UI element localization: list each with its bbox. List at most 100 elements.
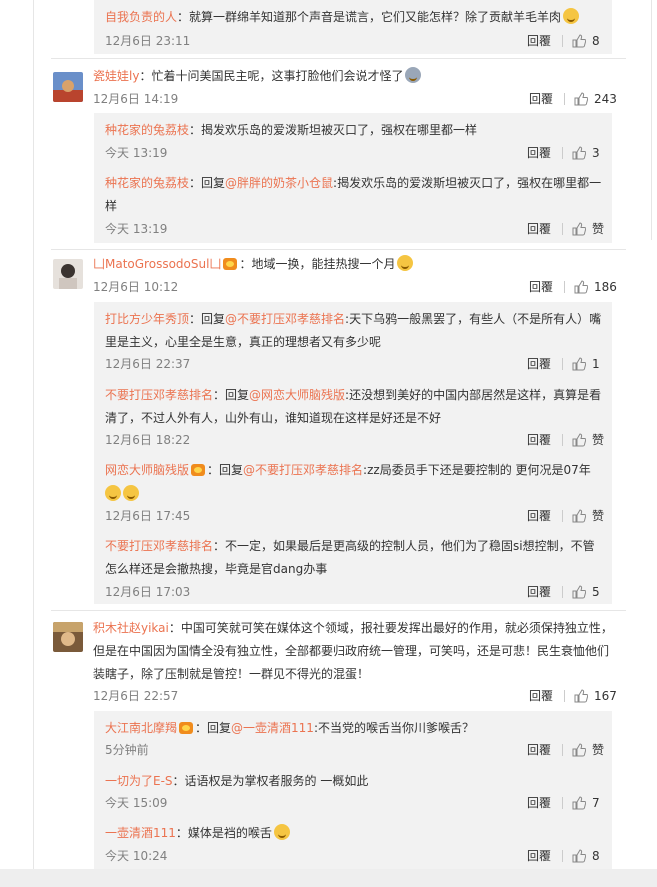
action-separator [564, 281, 565, 293]
reply-button[interactable]: 回覆 [527, 741, 551, 759]
avatar-image [53, 72, 83, 102]
mention-link[interactable]: @不要打压邓孝慈排名 [243, 463, 363, 477]
mention-link[interactable]: @胖胖的奶茶小仓鼠 [225, 176, 333, 190]
like-button[interactable]: 赞 [572, 741, 604, 759]
like-button[interactable]: 8 [572, 32, 600, 50]
reply-button[interactable]: 回覆 [527, 431, 551, 449]
comment-text: ：就算一群绵羊知道那个声音是谎言，它们又能怎样？除了贡献羊毛羊肉 [177, 10, 562, 24]
like-count: 5 [592, 585, 600, 599]
username[interactable]: 一切为了E-S [105, 774, 173, 788]
comment-text: :还没想到美好的中国内部居然是这样，真算是看 [345, 388, 602, 402]
username[interactable]: 积木社赵yikai [93, 621, 169, 635]
like-count: 1 [592, 357, 600, 371]
comment-text: ：不一定，如果最后是更高级的控制人员，他们为了稳固si想控制，不管 [213, 539, 595, 553]
like-button[interactable]: 186 [574, 278, 617, 296]
like-button[interactable]: 243 [574, 90, 617, 108]
like-count: 赞 [592, 222, 605, 236]
like-button[interactable]: 167 [574, 687, 617, 705]
username[interactable]: 打比方少年秀顶 [105, 312, 189, 326]
reply-button[interactable]: 回覆 [527, 583, 551, 601]
action-separator [562, 797, 563, 809]
emoji-icon [123, 485, 139, 501]
comment-divider [51, 249, 626, 250]
thumbs-up-icon [572, 222, 587, 236]
like-button[interactable]: 赞 [572, 431, 604, 449]
username[interactable]: 大江南北摩羯 [105, 721, 177, 735]
thumbs-up-icon [572, 146, 587, 160]
mention-link[interactable]: @不要打压邓孝慈排名 [225, 312, 345, 326]
reply-button[interactable]: 回覆 [527, 32, 551, 50]
thumbs-up-icon [572, 849, 587, 863]
container-border-right [651, 0, 652, 240]
emoji-icon [563, 8, 580, 24]
username[interactable]: 一壶清酒111 [105, 826, 176, 840]
timestamp: 12月6日 18:22 [105, 433, 191, 447]
timestamp: 今天 13:19 [105, 222, 168, 236]
thumbs-up-icon [572, 34, 587, 48]
username[interactable]: 不要打压邓孝慈排名 [105, 539, 213, 553]
avatar-image [53, 259, 83, 289]
timestamp: 12月6日 10:12 [93, 280, 179, 294]
timestamp: 今天 13:19 [105, 146, 168, 160]
thumbs-up-icon [572, 433, 587, 447]
reply-button[interactable]: 回覆 [529, 90, 553, 108]
emoji-icon [273, 824, 290, 840]
reply-prefix: ：回复 [189, 176, 226, 190]
like-button[interactable]: 3 [572, 144, 600, 162]
like-button[interactable]: 赞 [572, 220, 604, 238]
comment-text-line2: 样 [105, 199, 118, 213]
emoji-icon [397, 255, 414, 271]
reply-prefix: ：回复 [195, 721, 232, 735]
comment-text: ：话语权是为掌权者服务的 一概如此 [172, 774, 369, 788]
like-count: 243 [594, 92, 617, 106]
comment-text: :zz局委员手下还是要控制的 更何况是07年 [363, 463, 591, 477]
like-count: 167 [594, 689, 617, 703]
like-button[interactable]: 1 [572, 355, 600, 373]
reply-button[interactable]: 回覆 [529, 687, 553, 705]
mention-link[interactable]: @网恋大师脑残版 [249, 388, 345, 402]
username[interactable]: 凵MatoGrossodoSul凵 [93, 257, 221, 271]
action-separator [562, 35, 563, 47]
username[interactable]: 瓷娃娃ly [93, 69, 139, 83]
reply-button[interactable]: 回覆 [527, 355, 551, 373]
username[interactable]: 自我负责的人 [105, 10, 177, 24]
like-button[interactable]: 5 [572, 583, 600, 601]
action-separator [562, 434, 563, 446]
cut-off-next-comment [0, 869, 657, 887]
reply-button[interactable]: 回覆 [527, 847, 551, 865]
username[interactable]: 不要打压邓孝慈排名 [105, 388, 213, 402]
comment-text: ：中国可笑就可笑在媒体这个领域，报社要发挥出最好的作用，就必须保持独立性， [168, 621, 613, 635]
list-item: 不要打压邓孝慈排名：不一定，如果最后是更高级的控制人员，他们为了稳固si想控制，… [105, 535, 595, 557]
reply-button[interactable]: 回覆 [527, 144, 551, 162]
emoji-icon [405, 67, 422, 83]
username[interactable]: 种花家的兔荔枝 [105, 123, 189, 137]
like-count: 8 [592, 849, 600, 863]
like-count: 3 [592, 146, 600, 160]
avatar[interactable] [53, 259, 83, 289]
username[interactable]: 种花家的兔荔枝 [105, 176, 189, 190]
reply-button[interactable]: 回覆 [527, 507, 551, 525]
like-count: 8 [592, 34, 600, 48]
like-button[interactable]: 赞 [572, 507, 604, 525]
reply-button[interactable]: 回覆 [527, 220, 551, 238]
like-button[interactable]: 8 [572, 847, 600, 865]
timestamp: 12月6日 22:37 [105, 357, 191, 371]
avatar[interactable] [53, 72, 83, 102]
avatar[interactable] [53, 622, 83, 652]
comment-text-line2: 清了，不过人外有人，山外有山，谁知道现在这样是好还是不好 [105, 411, 442, 425]
like-button[interactable]: 7 [572, 794, 600, 812]
action-separator [564, 93, 565, 105]
action-separator [562, 147, 563, 159]
comment-text: :不当党的喉舌当你川爹喉舌？ [313, 721, 474, 735]
avatar-image [53, 622, 83, 652]
username[interactable]: 网恋大师脑残版 [105, 463, 189, 477]
reply-button[interactable]: 回覆 [527, 794, 551, 812]
mention-link[interactable]: @一壶清酒111 [231, 721, 314, 735]
list-item: 打比方少年秀顶：回复@不要打压邓孝慈排名:天下乌鸦一般黑罢了，有些人（不是所有人… [105, 308, 601, 330]
reply-button[interactable]: 回覆 [529, 278, 553, 296]
list-item: 一壶清酒111：媒体是裆的喉舌 [105, 822, 290, 844]
timestamp: 12月6日 17:03 [105, 585, 191, 599]
timestamp: 12月6日 22:57 [93, 689, 179, 703]
action-separator [562, 223, 563, 235]
comment-text-line2: 里是主义，心里全是生意，真正的理想者又有多少呢 [105, 335, 382, 349]
